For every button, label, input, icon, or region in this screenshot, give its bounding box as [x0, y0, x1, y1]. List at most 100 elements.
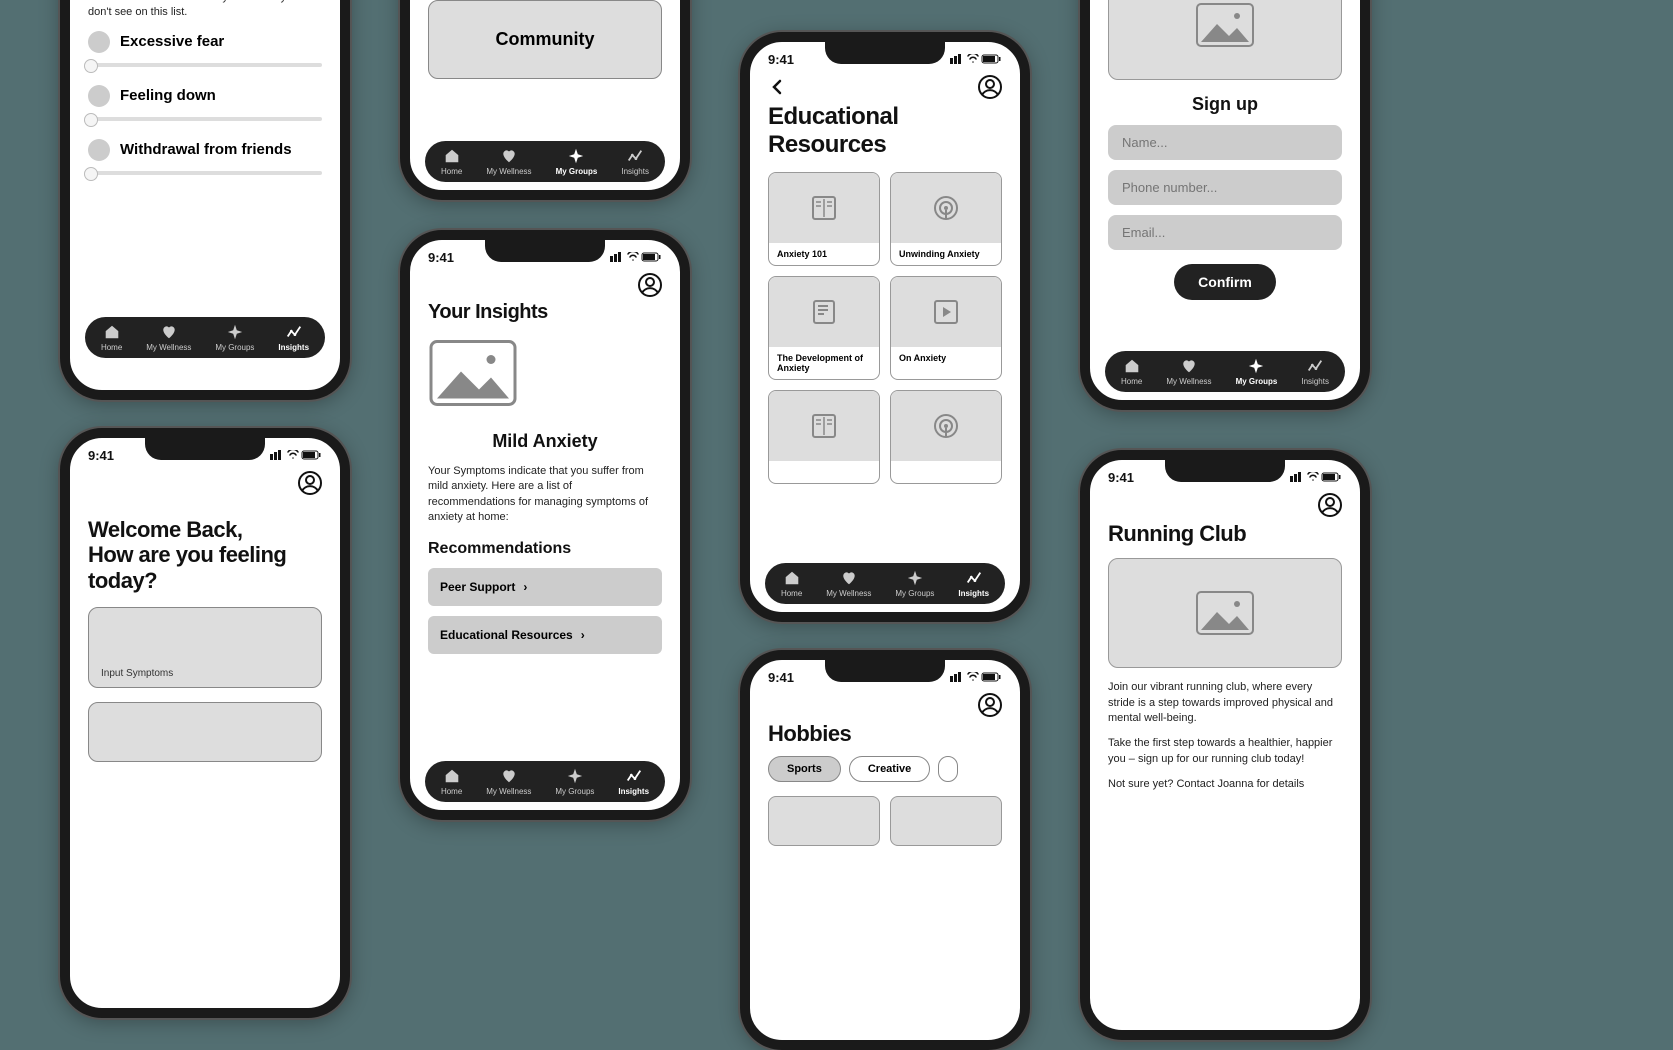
symptom-slider[interactable] [88, 171, 322, 175]
tab-wellness[interactable]: My Wellness [826, 569, 871, 598]
play-icon [932, 298, 960, 326]
tab-home[interactable]: Home [441, 147, 462, 176]
greeting: Welcome Back, How are you feeling today? [88, 517, 322, 593]
signup-image-placeholder [1108, 0, 1342, 80]
pill-creative[interactable]: Creative [849, 756, 930, 782]
phone-field[interactable] [1108, 170, 1342, 205]
tab-wellness[interactable]: My Wellness [146, 323, 191, 352]
rec-peer-support[interactable]: Peer Support› [428, 568, 662, 606]
running-club-screen: 9:41 Running Club Join our vibrant runni… [1080, 450, 1370, 1040]
confirm-button[interactable]: Confirm [1174, 264, 1276, 300]
page-title: Hobbies [768, 721, 1002, 746]
page-title: Educational Resources [768, 103, 1002, 158]
radio-dot[interactable] [88, 85, 110, 107]
symptom-row[interactable]: Excessive fear [88, 31, 322, 67]
resource-card[interactable]: Unwinding Anxiety [890, 172, 1002, 266]
tab-home[interactable]: Home [1121, 357, 1142, 386]
pill-more[interactable] [938, 756, 958, 782]
podcast-icon [932, 412, 960, 440]
profile-icon[interactable] [298, 471, 322, 495]
tab-insights[interactable]: Insights [1301, 357, 1329, 386]
signup-screen: Sign up Confirm Home My Wellness My Grou… [1080, 0, 1370, 410]
back-icon[interactable] [768, 78, 786, 96]
status-icons [950, 672, 1002, 684]
symptoms-screen: can search below to add any more that yo… [60, 0, 350, 400]
profile-icon[interactable] [638, 273, 662, 297]
tab-wellness[interactable]: My Wellness [486, 147, 531, 176]
podcast-icon [932, 194, 960, 222]
pill-sports[interactable]: Sports [768, 756, 841, 782]
status-bar: 9:41 [1090, 460, 1360, 489]
tabbar: Home My Wellness My Groups Insights [1105, 351, 1345, 392]
input-symptoms-card[interactable]: Input Symptoms [88, 607, 322, 688]
page-title: Your Insights [428, 301, 662, 324]
status-icons [950, 54, 1002, 66]
tab-insights[interactable]: Insights [621, 147, 649, 176]
profile-icon[interactable] [978, 693, 1002, 717]
tab-wellness[interactable]: My Wellness [1166, 357, 1211, 386]
status-bar: 9:41 [750, 42, 1020, 71]
hobby-card[interactable] [890, 796, 1002, 846]
rec-educational-resources[interactable]: Educational Resources› [428, 616, 662, 654]
book-icon [810, 194, 838, 222]
status-bar: 9:41 [410, 240, 680, 269]
diagnosis-body: Your Symptoms indicate that you suffer f… [428, 464, 662, 526]
email-field[interactable] [1108, 215, 1342, 250]
book-icon [810, 412, 838, 440]
tab-insights[interactable]: Insights [618, 767, 649, 796]
status-icons [1290, 472, 1342, 484]
category-pills: Sports Creative [768, 756, 1002, 782]
radio-dot[interactable] [88, 139, 110, 161]
resource-card[interactable]: Anxiety 101 [768, 172, 880, 266]
community-screen: Community Home My Wellness My Groups Ins… [400, 0, 690, 200]
signup-title: Sign up [1108, 94, 1342, 115]
tab-groups[interactable]: My Groups [555, 767, 594, 796]
tabbar: Home My Wellness My Groups Insights [765, 563, 1005, 604]
resource-card[interactable] [768, 390, 880, 484]
resources-screen: 9:41 Educational Resources Anxiety 101 U… [740, 32, 1030, 622]
symptom-row[interactable]: Withdrawal from friends [88, 139, 322, 175]
chevron-right-icon: › [523, 580, 527, 594]
document-icon [810, 298, 838, 326]
status-bar: 9:41 [750, 660, 1020, 689]
diagnosis-title: Mild Anxiety [428, 431, 662, 452]
insights-screen: 9:41 Your Insights Mild Anxiety Your Sym… [400, 230, 690, 820]
tab-home[interactable]: Home [781, 569, 802, 598]
symptom-row[interactable]: Feeling down [88, 85, 322, 121]
club-contact: Not sure yet? Contact Joanna for details [1108, 777, 1342, 792]
page-title: Running Club [1108, 521, 1342, 546]
tab-insights[interactable]: Insights [958, 569, 989, 598]
resource-card[interactable]: The Development of Anxiety [768, 276, 880, 380]
symptom-slider[interactable] [88, 63, 322, 67]
welcome-screen: 9:41 Welcome Back, How are you feeling t… [60, 428, 350, 1018]
name-field[interactable] [1108, 125, 1342, 160]
tab-home[interactable]: Home [441, 767, 462, 796]
resource-card[interactable]: On Anxiety [890, 276, 1002, 380]
status-bar: 9:41 [70, 438, 340, 467]
insight-image-placeholder [428, 338, 518, 408]
tab-insights[interactable]: Insights [278, 323, 309, 352]
tab-home[interactable]: Home [101, 323, 122, 352]
tabbar: Home My Wellness My Groups Insights [425, 761, 665, 802]
profile-icon[interactable] [978, 75, 1002, 99]
community-card[interactable]: Community [428, 0, 662, 79]
profile-icon[interactable] [1318, 493, 1342, 517]
tab-groups[interactable]: My Groups [215, 323, 254, 352]
resource-card[interactable] [890, 390, 1002, 484]
tab-wellness[interactable]: My Wellness [486, 767, 531, 796]
hobbies-screen: 9:41 Hobbies Sports Creative [740, 650, 1030, 1050]
hobby-card[interactable] [768, 796, 880, 846]
chevron-right-icon: › [581, 628, 585, 642]
tab-groups[interactable]: My Groups [895, 569, 934, 598]
radio-dot[interactable] [88, 31, 110, 53]
status-icons [270, 450, 322, 462]
secondary-card[interactable] [88, 702, 322, 762]
tab-groups[interactable]: My Groups [556, 147, 598, 176]
club-image-placeholder [1108, 558, 1342, 668]
tabbar: Home My Wellness My Groups Insights [85, 317, 325, 358]
symptom-slider[interactable] [88, 117, 322, 121]
tab-groups[interactable]: My Groups [1236, 357, 1278, 386]
status-icons [610, 252, 662, 264]
recommendations-heading: Recommendations [428, 540, 662, 558]
symptoms-intro: can search below to add any more that yo… [88, 0, 322, 21]
